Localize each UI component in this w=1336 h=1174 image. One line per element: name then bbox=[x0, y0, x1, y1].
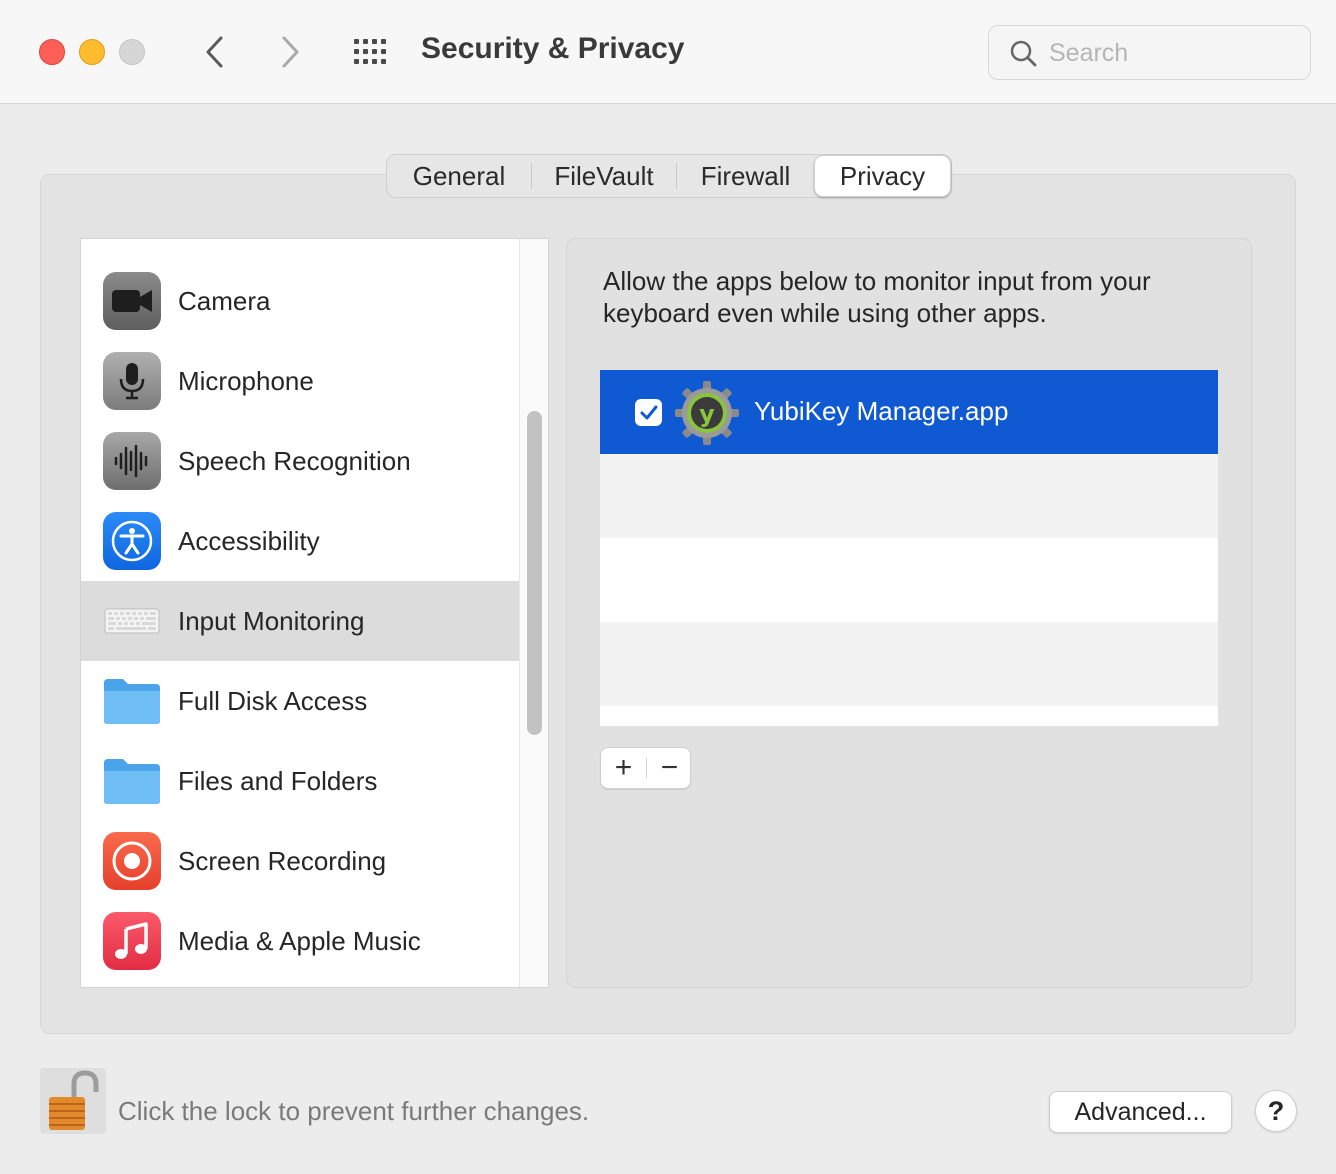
app-name: YubiKey Manager.app bbox=[754, 396, 1009, 426]
waveform-icon bbox=[103, 432, 161, 490]
partial-list-item[interactable] bbox=[81, 238, 519, 245]
search-icon bbox=[1010, 40, 1037, 67]
sidebar-item-speech-recognition[interactable]: Speech Recognition bbox=[81, 421, 519, 501]
sidebar-item-label: Microphone bbox=[178, 365, 314, 396]
keyboard-icon bbox=[103, 592, 161, 650]
sidebar-item-accessibility[interactable]: Accessibility bbox=[81, 501, 519, 581]
sidebar-item-input-monitoring[interactable]: Input Monitoring bbox=[81, 581, 519, 661]
sidebar-item-label: Files and Folders bbox=[178, 765, 378, 796]
chevron-left-icon bbox=[206, 36, 223, 68]
accessibility-icon bbox=[103, 512, 161, 570]
show-all-button[interactable] bbox=[352, 37, 392, 67]
camera-icon bbox=[103, 272, 161, 330]
lock-button[interactable] bbox=[40, 1068, 106, 1134]
sidebar-item-label: Full Disk Access bbox=[178, 685, 368, 716]
preferences-window: Security & Privacy General FileVault Fir… bbox=[0, 0, 1336, 1174]
sidebar-item-full-disk-access[interactable]: Full Disk Access bbox=[81, 661, 519, 741]
yubikey-logo: y bbox=[675, 381, 739, 445]
lock-status-message: Click the lock to prevent further change… bbox=[118, 1096, 590, 1126]
advanced-button[interactable]: Advanced... bbox=[1049, 1091, 1232, 1133]
sidebar-item-screen-recording[interactable]: Screen Recording bbox=[81, 821, 519, 901]
grid-icon bbox=[354, 39, 386, 64]
zoom-button[interactable] bbox=[119, 39, 145, 65]
tab-bar: General FileVault Firewall Privacy bbox=[386, 154, 952, 198]
folder-icon bbox=[103, 672, 161, 730]
sidebar-item-camera[interactable]: Camera bbox=[81, 261, 519, 341]
add-remove-control: + − bbox=[600, 747, 691, 789]
sidebar-item-label: Screen Recording bbox=[178, 845, 387, 876]
siri-icon bbox=[115, 238, 149, 243]
window-title: Security & Privacy bbox=[421, 32, 685, 65]
empty-list-row bbox=[600, 706, 1218, 726]
tab-privacy[interactable]: Privacy bbox=[814, 155, 951, 197]
sidebar-item-microphone[interactable]: Microphone bbox=[81, 341, 519, 421]
help-button[interactable]: ? bbox=[1255, 1090, 1297, 1132]
empty-list-row bbox=[600, 454, 1218, 538]
search-input[interactable] bbox=[1049, 36, 1299, 70]
sidebar-item-files-and-folders[interactable]: Files and Folders bbox=[81, 741, 519, 821]
title-bar: Security & Privacy bbox=[0, 0, 1336, 104]
permission-detail-pane: Allow the apps below to monitor input fr… bbox=[566, 238, 1252, 988]
search-field[interactable] bbox=[988, 25, 1311, 80]
empty-list-row bbox=[600, 622, 1218, 706]
sidebar-item-label: Speech Recognition bbox=[178, 445, 411, 476]
sidebar-item-label: Input Monitoring bbox=[178, 605, 365, 636]
unlocked-padlock-icon bbox=[49, 1070, 99, 1130]
empty-list-row bbox=[600, 538, 1218, 622]
close-button[interactable] bbox=[39, 39, 65, 65]
privacy-category-list[interactable]: Camera Microphone Speech Recognition Acc… bbox=[80, 238, 549, 988]
sidebar-item-label: Media & Apple Music bbox=[178, 925, 421, 956]
microphone-icon bbox=[103, 352, 161, 410]
sidebar-item-label: Camera bbox=[178, 285, 271, 316]
checkmark-icon bbox=[640, 405, 657, 419]
minimize-button[interactable] bbox=[79, 39, 105, 65]
remove-app-button[interactable]: − bbox=[647, 748, 692, 788]
sidebar-item-label: Accessibility bbox=[178, 525, 320, 556]
sidebar-item-media-apple-music[interactable]: Media & Apple Music bbox=[81, 901, 519, 981]
app-enabled-checkbox[interactable] bbox=[635, 399, 662, 426]
back-button[interactable] bbox=[196, 30, 236, 74]
tab-firewall[interactable]: Firewall bbox=[677, 155, 814, 197]
list-scroll-thumb[interactable] bbox=[527, 411, 542, 735]
forward-button[interactable] bbox=[271, 30, 311, 74]
tab-general[interactable]: General bbox=[387, 155, 531, 197]
screen-recording-icon bbox=[103, 832, 161, 890]
tab-filevault[interactable]: FileVault bbox=[532, 155, 676, 197]
folder-icon bbox=[103, 752, 161, 810]
app-row[interactable]: y YubiKey Manager.app bbox=[600, 370, 1218, 454]
music-note-icon bbox=[103, 912, 161, 970]
add-app-button[interactable]: + bbox=[601, 748, 646, 788]
chevron-right-icon bbox=[282, 36, 299, 68]
app-permission-list[interactable]: y YubiKey Manager.app bbox=[600, 370, 1218, 726]
permission-description: Allow the apps below to monitor input fr… bbox=[603, 266, 1151, 328]
svg-text:y: y bbox=[699, 400, 715, 428]
category-list-content: Camera Microphone Speech Recognition Acc… bbox=[81, 239, 519, 987]
